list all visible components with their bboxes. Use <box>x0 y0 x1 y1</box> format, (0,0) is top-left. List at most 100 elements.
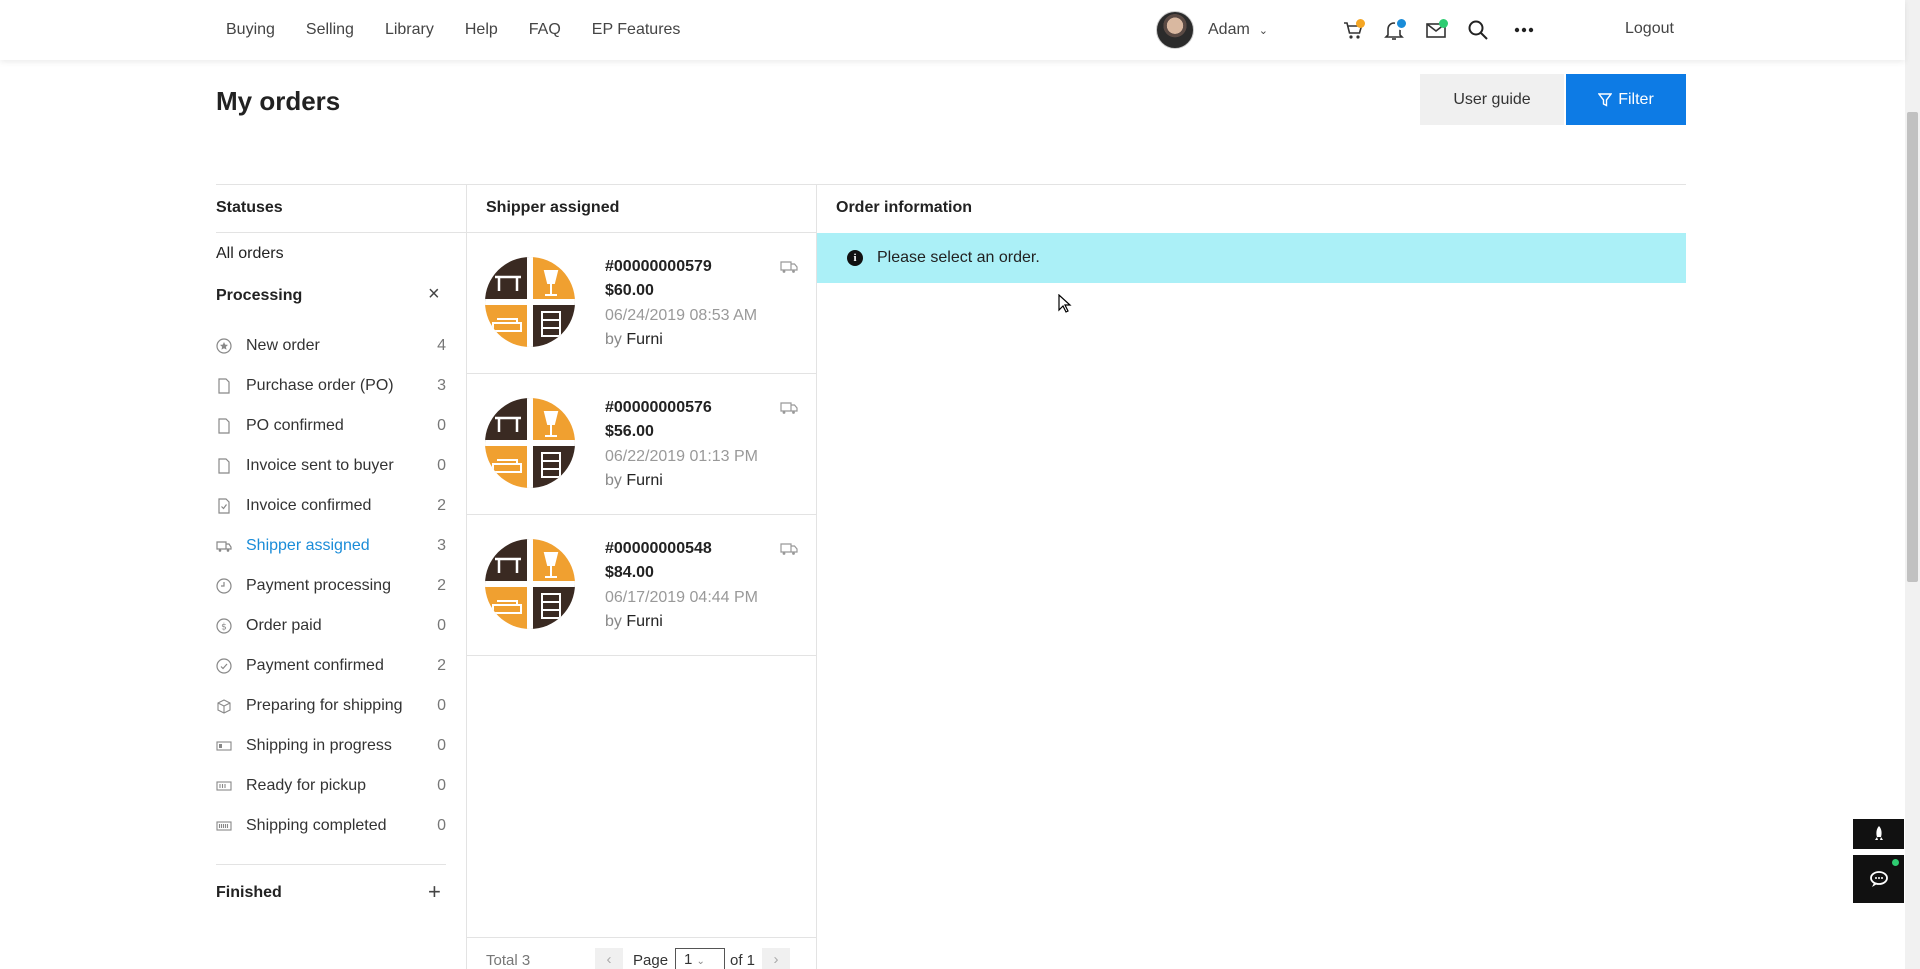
close-icon[interactable]: × <box>428 283 440 306</box>
status-shipper-assigned[interactable]: Shipper assigned 3 <box>216 526 446 566</box>
seller-name[interactable]: Furni <box>626 613 662 630</box>
user-name[interactable]: Adam <box>1208 21 1250 39</box>
avatar[interactable] <box>1156 11 1194 49</box>
bell-icon[interactable] <box>1380 16 1408 44</box>
logout-link[interactable]: Logout <box>1625 20 1674 38</box>
select-order-alert: i Please select an order. <box>817 233 1686 283</box>
processing-group-header[interactable]: Processing <box>216 287 446 305</box>
status-payment-processing[interactable]: Payment processing 2 <box>216 566 446 606</box>
status-count: 0 <box>437 697 446 714</box>
barcode-icon <box>216 778 232 794</box>
nav-buying[interactable]: Buying <box>226 21 275 39</box>
pagination-divider <box>467 937 817 938</box>
by-prefix: by <box>605 472 622 489</box>
status-label: Invoice confirmed <box>246 497 372 514</box>
progress-bar-icon <box>216 738 232 754</box>
svg-text:$: $ <box>221 623 227 633</box>
status-label: Shipping completed <box>246 817 387 834</box>
order-date: 06/22/2019 01:13 PM <box>605 448 759 465</box>
status-invoice-confirmed[interactable]: Invoice confirmed 2 <box>216 486 446 526</box>
status-po-confirmed[interactable]: PO confirmed 0 <box>216 406 446 446</box>
order-price: $84.00 <box>605 564 654 581</box>
dollar-circle-icon: $ <box>216 618 232 634</box>
orders-heading: Shipper assigned <box>486 199 620 216</box>
user-guide-button[interactable]: User guide <box>1420 74 1564 125</box>
bell-badge <box>1395 17 1408 30</box>
status-shipping-progress[interactable]: Shipping in progress 0 <box>216 726 446 766</box>
order-price: $60.00 <box>605 282 654 299</box>
status-preparing-shipping[interactable]: Preparing for shipping 0 <box>216 686 446 726</box>
status-count: 0 <box>437 617 446 634</box>
nav-ep-features[interactable]: EP Features <box>592 21 681 39</box>
status-list: New order 4 Purchase order (PO) 3 PO con… <box>216 326 446 846</box>
clock-icon <box>216 578 232 594</box>
order-card[interactable]: #00000000548 $84.00 06/17/2019 04:44 PM … <box>467 515 816 656</box>
truck-icon <box>780 400 798 416</box>
finished-divider <box>216 864 446 865</box>
status-payment-confirmed[interactable]: Payment confirmed 2 <box>216 646 446 686</box>
statuses-head-divider <box>216 232 467 233</box>
chat-icon <box>1869 871 1888 887</box>
nav-help[interactable]: Help <box>465 21 498 39</box>
chat-button[interactable] <box>1853 855 1904 903</box>
order-card[interactable]: #00000000579 $60.00 06/24/2019 08:53 AM … <box>467 233 816 374</box>
status-count: 2 <box>437 497 446 514</box>
cart-icon[interactable] <box>1339 16 1367 44</box>
nav-selling[interactable]: Selling <box>306 21 354 39</box>
order-card[interactable]: #00000000576 $56.00 06/22/2019 01:13 PM … <box>467 374 816 515</box>
seller-name[interactable]: Furni <box>626 472 662 489</box>
filter-button[interactable]: Filter <box>1566 74 1686 125</box>
finished-group-header[interactable]: Finished <box>216 884 446 902</box>
mail-icon[interactable] <box>1422 16 1450 44</box>
status-count: 2 <box>437 577 446 594</box>
info-icon: i <box>847 250 863 266</box>
status-invoice-sent[interactable]: Invoice sent to buyer 0 <box>216 446 446 486</box>
alert-message: Please select an order. <box>877 249 1040 266</box>
next-page-button[interactable]: › <box>762 948 790 969</box>
status-label: Order paid <box>246 617 322 634</box>
document-icon <box>216 378 232 394</box>
page-of-label: of 1 <box>730 952 756 969</box>
document-icon <box>216 418 232 434</box>
box-icon <box>216 698 232 714</box>
scrollbar-thumb[interactable] <box>1907 112 1918 582</box>
seller-name[interactable]: Furni <box>626 331 662 348</box>
status-label: Shipping in progress <box>246 737 392 754</box>
more-icon[interactable] <box>1510 16 1538 44</box>
order-seller: by Furni <box>605 472 663 490</box>
status-count: 0 <box>437 457 446 474</box>
page-select[interactable]: 1 ⌄ <box>675 948 725 969</box>
seller-logo-image <box>485 539 575 629</box>
status-order-paid[interactable]: $ Order paid 0 <box>216 606 446 646</box>
filter-label: Filter <box>1618 90 1654 108</box>
cart-badge <box>1356 19 1365 28</box>
status-new-order[interactable]: New order 4 <box>216 326 446 366</box>
status-ready-pickup[interactable]: Ready for pickup 0 <box>216 766 446 806</box>
order-date: 06/17/2019 04:44 PM <box>605 589 759 606</box>
check-circle-icon <box>216 658 232 674</box>
by-prefix: by <box>605 331 622 348</box>
status-label: Shipper assigned <box>246 537 370 554</box>
pagination-total: Total 3 <box>486 952 531 969</box>
user-menu[interactable]: Adam ⌄ <box>1156 11 1268 49</box>
status-count: 2 <box>437 657 446 674</box>
nav-faq[interactable]: FAQ <box>529 21 561 39</box>
status-count: 0 <box>437 817 446 834</box>
truck-icon <box>780 259 798 275</box>
truck-icon <box>216 538 232 554</box>
prev-page-button[interactable]: ‹ <box>595 948 623 969</box>
chevron-down-icon[interactable]: ⌄ <box>1259 24 1268 37</box>
all-orders-link[interactable]: All orders <box>216 245 284 263</box>
rocket-button[interactable] <box>1853 819 1904 849</box>
order-number: #00000000576 <box>605 399 712 416</box>
plus-icon[interactable]: + <box>428 879 441 905</box>
status-count: 4 <box>437 337 446 354</box>
search-icon[interactable] <box>1464 16 1492 44</box>
nav-library[interactable]: Library <box>385 21 434 39</box>
status-label: Purchase order (PO) <box>246 377 394 394</box>
page-title: My orders <box>216 86 341 116</box>
status-label: Payment processing <box>246 577 391 594</box>
status-purchase-order[interactable]: Purchase order (PO) 3 <box>216 366 446 406</box>
status-shipping-completed[interactable]: Shipping completed 0 <box>216 806 446 846</box>
order-info-heading: Order information <box>836 199 973 216</box>
